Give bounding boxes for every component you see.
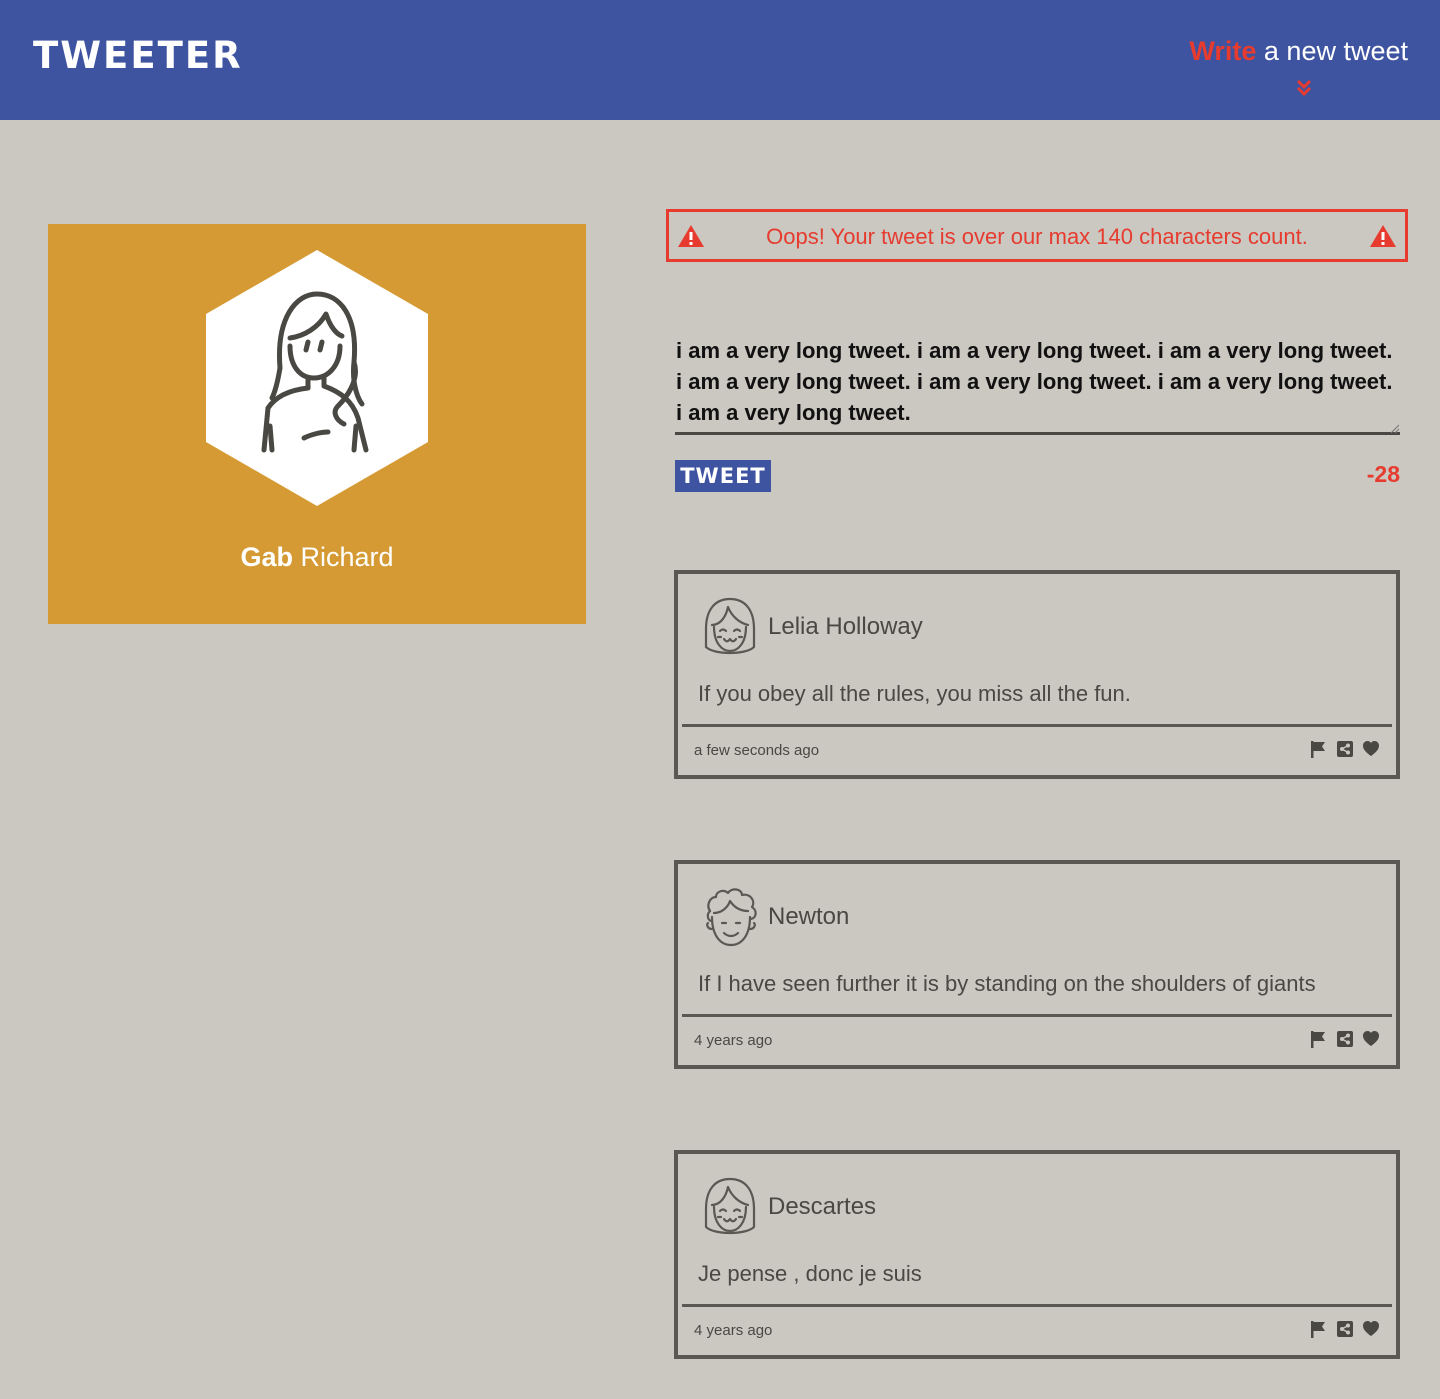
tweet-author: Descartes	[768, 1193, 877, 1220]
error-banner: Oops! Your tweet is over our max 140 cha…	[666, 209, 1408, 262]
resize-handle-icon[interactable]	[1390, 424, 1400, 434]
profile-first-name: Gab	[240, 542, 293, 572]
compose-rest: a new tweet	[1256, 36, 1408, 66]
logo[interactable]: TWEETER	[33, 34, 243, 78]
tweet-text: If you obey all the rules, you miss all …	[698, 681, 1131, 706]
flag-icon[interactable]	[1309, 1320, 1327, 1338]
girl-avatar-icon	[704, 597, 756, 655]
curly-hair-avatar-icon	[706, 888, 757, 947]
compose-toggle[interactable]: Write a new tweet	[1168, 34, 1408, 68]
heart-icon[interactable]	[1362, 1320, 1380, 1338]
tweet-divider	[682, 724, 1392, 727]
girl-avatar-icon	[704, 1177, 756, 1235]
tweet-text: Je pense , donc je suis	[698, 1261, 922, 1286]
tweet-timestamp: 4 years ago	[694, 1322, 773, 1339]
tweet-card: Lelia Holloway If you obey all the rules,…	[674, 570, 1400, 779]
heart-icon[interactable]	[1362, 1030, 1380, 1048]
tweet-button[interactable]: TWEET	[675, 460, 771, 492]
tweet-divider	[682, 1304, 1392, 1307]
tweet-timestamp: a few seconds ago	[694, 742, 820, 759]
compose-accent: Write	[1189, 36, 1257, 66]
flag-icon[interactable]	[1309, 740, 1327, 758]
heart-icon[interactable]	[1362, 740, 1380, 758]
profile-name: Gab Richard	[48, 540, 586, 574]
share-icon[interactable]	[1336, 1030, 1354, 1048]
tweet-text: If I have seen further it is by standing…	[698, 971, 1316, 996]
warning-icon	[1370, 225, 1396, 247]
profile-avatar-icon	[206, 250, 428, 506]
tweet-card: Descartes Je pense , donc je suis 4 years …	[674, 1150, 1400, 1359]
navbar: TWEETER Write a new tweet	[0, 0, 1440, 120]
tweet-card: Newton If I have seen further it is by st…	[674, 860, 1400, 1069]
share-icon[interactable]	[1336, 1320, 1354, 1338]
flag-icon[interactable]	[1309, 1030, 1327, 1048]
share-icon[interactable]	[1336, 740, 1354, 758]
profile-last-name: Richard	[292, 542, 394, 572]
tweet-author: Newton	[768, 903, 850, 930]
error-message: Oops! Your tweet is over our max 140 cha…	[766, 224, 1308, 249]
chevrons-down-icon[interactable]	[1294, 78, 1314, 98]
character-counter: -28	[1366, 461, 1400, 487]
tweet-timestamp: 4 years ago	[694, 1032, 773, 1049]
tweet-textarea[interactable]: i am a very long tweet. i am a very long…	[675, 333, 1400, 435]
profile-card: Gab Richard	[48, 224, 586, 624]
tweet-author: Lelia Holloway	[768, 613, 923, 640]
tweet-divider	[682, 1014, 1392, 1017]
